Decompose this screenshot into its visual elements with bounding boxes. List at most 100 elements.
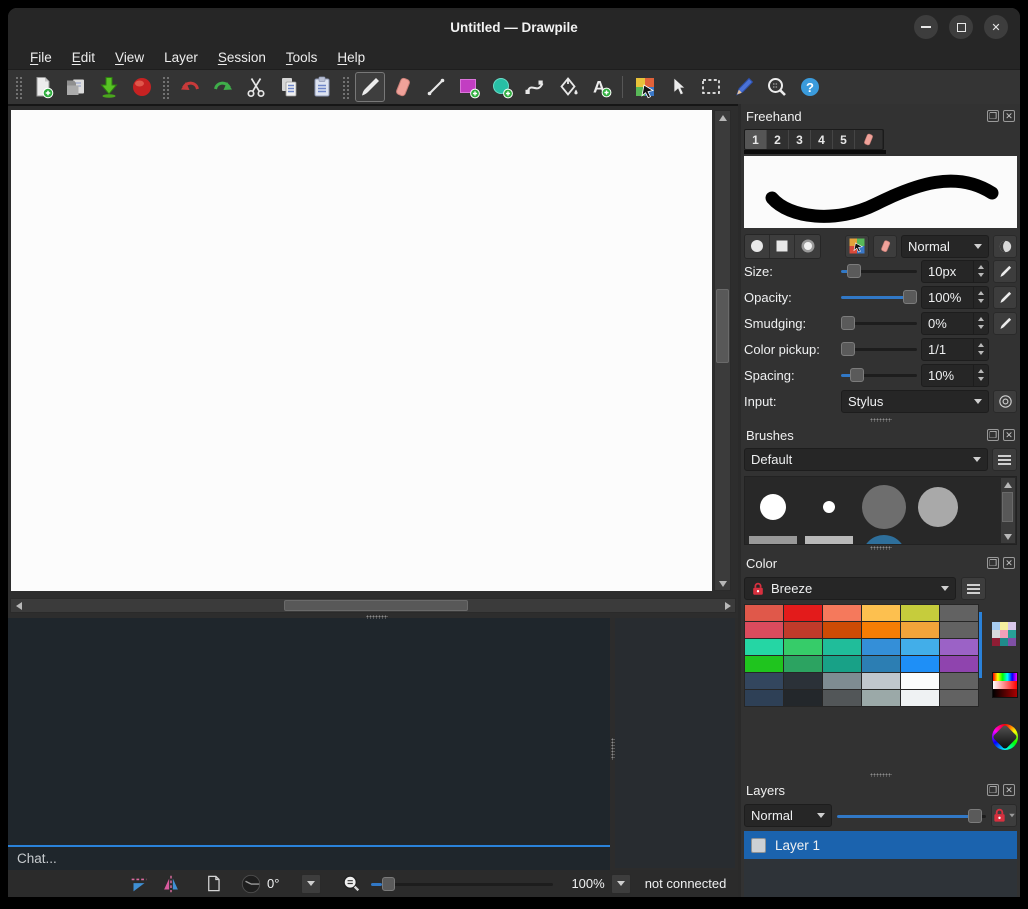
annotation-button[interactable]: A	[586, 72, 616, 102]
close-dock-icon[interactable]: ✕	[1003, 110, 1015, 122]
spacing-spinbox[interactable]: 10%	[921, 364, 989, 387]
dock-splitter[interactable]	[741, 417, 1020, 423]
brush-slot-5[interactable]: 5	[833, 130, 855, 149]
palette-combo[interactable]: Breeze	[744, 577, 956, 600]
chat-input[interactable]: Chat...	[8, 847, 610, 870]
palette-swatch[interactable]	[784, 673, 822, 689]
palette-swatch[interactable]	[901, 656, 939, 672]
palette-swatch[interactable]	[823, 622, 861, 638]
layer-row[interactable]: Layer 1	[744, 831, 1017, 859]
zoom-slider-handle[interactable]	[382, 877, 395, 891]
flip-vertical-button[interactable]	[159, 873, 183, 895]
menu-file[interactable]: File	[20, 48, 62, 67]
paste-button[interactable]	[307, 72, 337, 102]
palette-swatch[interactable]	[901, 605, 939, 621]
scroll-up-arrow[interactable]	[1000, 478, 1015, 491]
rotation-reset-button[interactable]	[239, 873, 263, 895]
menu-layer[interactable]: Layer	[154, 48, 208, 67]
line-button[interactable]	[421, 72, 451, 102]
colorpickup-slider[interactable]	[841, 341, 917, 357]
save-download-button[interactable]	[94, 72, 124, 102]
ellipse-button[interactable]	[487, 72, 517, 102]
layer-lock-button[interactable]	[991, 804, 1017, 827]
palette-swatch[interactable]	[784, 622, 822, 638]
brushes-menu-button[interactable]	[992, 448, 1017, 471]
palette-swatch[interactable]	[784, 690, 822, 706]
rotation-dropdown-button[interactable]	[301, 874, 321, 894]
palette-swatch[interactable]	[823, 605, 861, 621]
palette-swatch[interactable]	[862, 605, 900, 621]
layer-opacity-handle[interactable]	[968, 809, 982, 823]
input-combo[interactable]: Stylus	[841, 390, 989, 413]
float-dock-icon[interactable]: ❐	[987, 557, 999, 569]
brush-preset-grid[interactable]	[744, 476, 1017, 545]
chat-log[interactable]	[8, 618, 610, 845]
soft-round-brush-button[interactable]	[795, 235, 820, 258]
smudging-pressure-button[interactable]	[993, 312, 1017, 335]
palette-swatch[interactable]	[901, 673, 939, 689]
brush-preset[interactable]	[823, 501, 835, 513]
menu-edit[interactable]: Edit	[62, 48, 105, 67]
color-wheel-tab[interactable]	[992, 724, 1016, 748]
scroll-up-arrow[interactable]	[715, 111, 730, 124]
layer-visibility-checkbox[interactable]	[751, 838, 766, 853]
dock-splitter[interactable]	[741, 545, 1020, 551]
float-dock-icon[interactable]: ❐	[987, 110, 999, 122]
spacing-slider[interactable]	[841, 367, 917, 383]
palette-swatch[interactable]	[901, 622, 939, 638]
new-document-button[interactable]	[28, 72, 58, 102]
toolbar-drag-handle[interactable]	[341, 75, 350, 99]
menu-view[interactable]: View	[105, 48, 154, 67]
palette-swatch[interactable]	[745, 673, 783, 689]
color-menu-button[interactable]	[961, 577, 986, 600]
chat-userlist-splitter[interactable]	[610, 618, 615, 870]
record-button[interactable]	[127, 72, 157, 102]
canvas-horizontal-scrollbar[interactable]	[10, 598, 736, 613]
brush-preset[interactable]	[760, 494, 786, 520]
zoom-button[interactable]	[762, 72, 792, 102]
menu-tools[interactable]: Tools	[276, 48, 328, 67]
palette-swatch[interactable]	[940, 690, 978, 706]
zoom-slider[interactable]	[371, 876, 553, 892]
titlebar[interactable]: Untitled — Drawpile ✕	[8, 8, 1020, 46]
square-brush-button[interactable]	[770, 235, 795, 258]
blend-mode-combo[interactable]: Normal	[901, 235, 989, 258]
palette-swatch[interactable]	[823, 673, 861, 689]
redo-button[interactable]	[208, 72, 238, 102]
brush-preset[interactable]	[918, 487, 958, 527]
stabilizer-button[interactable]	[993, 235, 1017, 258]
brush-preset-group-combo[interactable]: Default	[744, 448, 988, 471]
brush-preset[interactable]	[805, 536, 853, 545]
hard-round-brush-button[interactable]	[745, 235, 770, 258]
palette-swatch[interactable]	[745, 639, 783, 655]
pressure-curve-button[interactable]	[993, 390, 1017, 413]
palette-swatch[interactable]	[823, 639, 861, 655]
palette-swatch[interactable]	[784, 605, 822, 621]
vertical-scroll-thumb[interactable]	[716, 289, 729, 363]
palette-swatch[interactable]	[862, 639, 900, 655]
freehand-brush-button[interactable]	[355, 72, 385, 102]
palette-swatch[interactable]	[901, 690, 939, 706]
help-button[interactable]: ?	[795, 72, 825, 102]
smudging-slider[interactable]	[841, 315, 917, 331]
size-pressure-button[interactable]	[993, 260, 1017, 283]
palette-swatch[interactable]	[862, 656, 900, 672]
toolbar-drag-handle[interactable]	[161, 75, 170, 99]
brush-slot-3[interactable]: 3	[789, 130, 811, 149]
float-dock-icon[interactable]: ❐	[987, 784, 999, 796]
close-button[interactable]: ✕	[984, 15, 1008, 39]
brush-color-button[interactable]	[845, 235, 869, 258]
menu-help[interactable]: Help	[327, 48, 375, 67]
fill-button[interactable]	[553, 72, 583, 102]
rgb-sliders-tab[interactable]	[992, 672, 1016, 696]
canvas-background-button[interactable]	[201, 873, 225, 895]
colorpickup-spinbox[interactable]: 1/1	[921, 338, 989, 361]
bezier-button[interactable]	[520, 72, 550, 102]
close-dock-icon[interactable]: ✕	[1003, 784, 1015, 796]
laser-button[interactable]	[729, 72, 759, 102]
open-folder-button[interactable]	[61, 72, 91, 102]
horizontal-scroll-thumb[interactable]	[284, 600, 468, 611]
palette-swatch[interactable]	[745, 656, 783, 672]
rectangle-button[interactable]	[454, 72, 484, 102]
minimize-button[interactable]	[914, 15, 938, 39]
